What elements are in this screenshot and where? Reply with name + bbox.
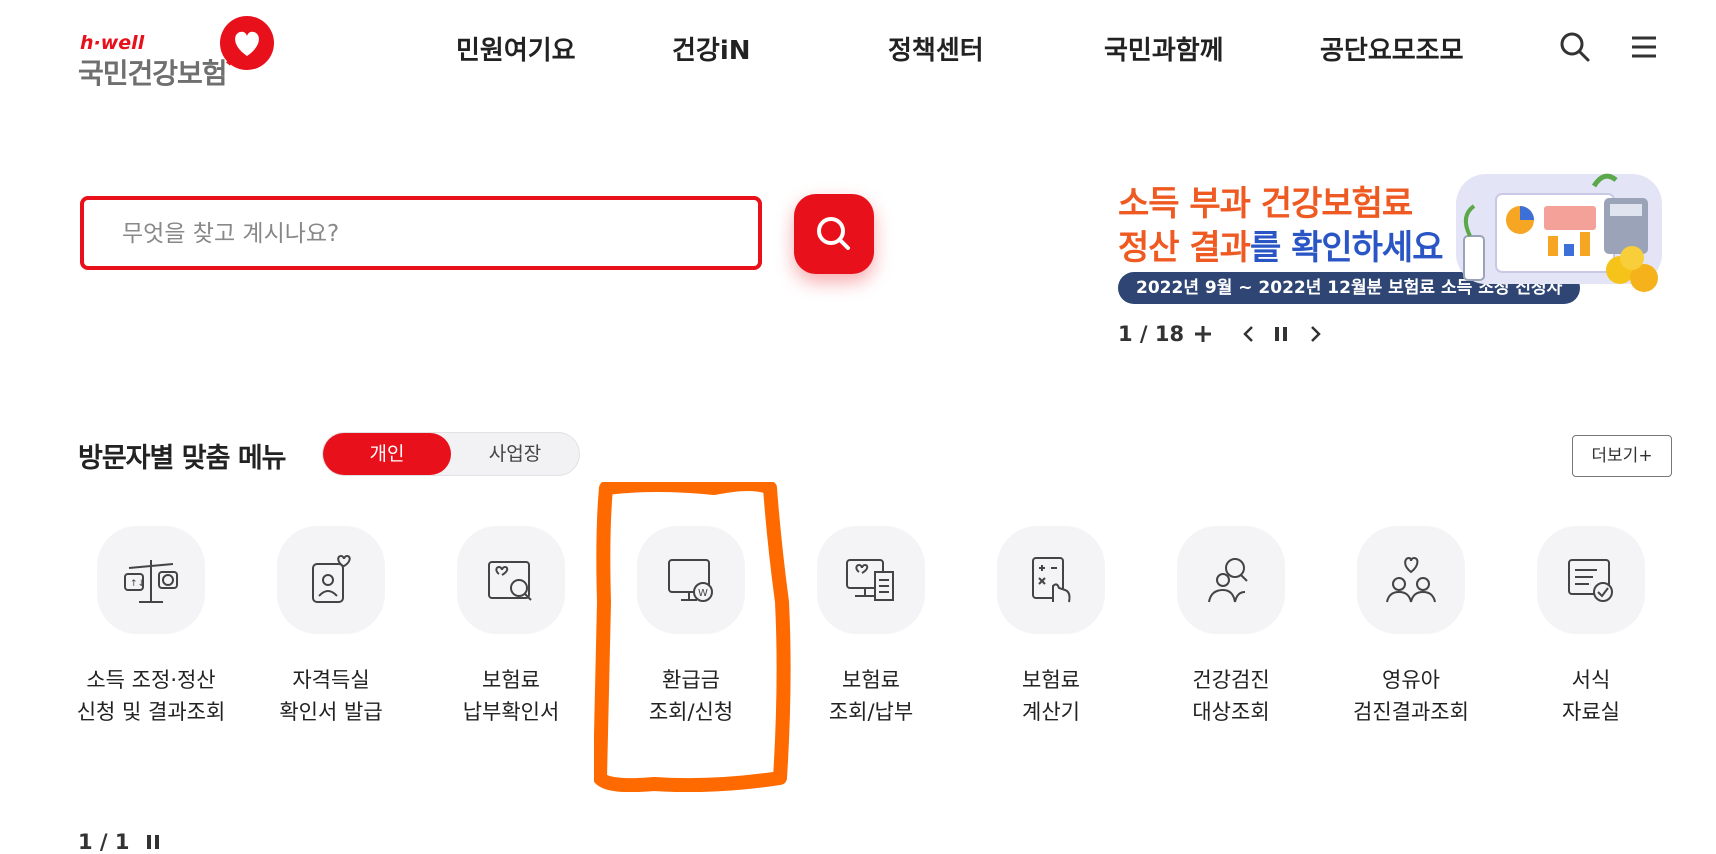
menu-item-income-adjust[interactable]: ↑↓ 소득 조정·정산 신청 및 결과조회 — [54, 526, 234, 746]
chevron-left-icon[interactable] — [1238, 322, 1260, 346]
menu-item-qualification[interactable]: 자격득실 확인서 발급 — [234, 526, 414, 746]
nav-about[interactable]: 공단요모조모 — [1320, 30, 1464, 67]
section-title: 방문자별 맞춤 메뉴 — [78, 443, 287, 474]
menu-icon-circle — [457, 526, 565, 634]
menu-icon[interactable] — [1627, 30, 1661, 64]
nav-minwon[interactable]: 민원여기요 — [456, 30, 576, 67]
id-card-heart-icon — [312, 554, 351, 603]
menu-item-forms[interactable]: 서식 자료실 — [1494, 526, 1674, 746]
menu-pager: 1 / 1 — [78, 830, 130, 854]
toggle-personal[interactable]: 개인 — [323, 433, 451, 475]
menu-icon-circle — [1537, 526, 1645, 634]
logo-name-text: 국민건강보험 — [78, 57, 228, 90]
pause-icon[interactable] — [142, 830, 164, 854]
visitor-type-toggle: 개인 사업장 — [322, 432, 580, 476]
nav-policy-center[interactable]: 정책센터 — [888, 30, 984, 67]
more-button[interactable]: 더보기+ — [1572, 435, 1672, 477]
heart-logo-icon — [220, 16, 274, 70]
search-input[interactable] — [120, 220, 724, 248]
card-search-icon — [488, 561, 532, 601]
menu-item-calculator[interactable]: 보험료 계산기 — [954, 526, 1134, 746]
nav-health-in[interactable]: 건강iN — [672, 30, 751, 67]
promo-banner[interactable]: 소득 부과 건강보험료 정산 결과를 확인하세요 2022년 9월 ~ 2022… — [1114, 166, 1672, 306]
person-search-icon — [1208, 558, 1248, 603]
highlight-annotation — [594, 482, 791, 792]
scale-icon: ↑↓ — [124, 560, 178, 603]
logo-hwell-text: h·well — [80, 32, 145, 54]
menu-label: 서식 자료실 — [1562, 668, 1620, 724]
menu-item-premium-payment[interactable]: 보험료 조회/납부 — [774, 526, 954, 746]
toggle-business[interactable]: 사업장 — [451, 433, 579, 475]
chevron-right-icon[interactable] — [1304, 322, 1326, 346]
menu-item-payment-confirm[interactable]: 보험료 납부확인서 — [414, 526, 594, 746]
menu-item-health-checkup[interactable]: 건강검진 대상조회 — [1134, 526, 1314, 746]
family-heart-icon — [1386, 556, 1436, 603]
search-icon — [817, 217, 850, 250]
site-logo[interactable]: h·well 국민건강보험 — [78, 14, 278, 90]
menu-icon-circle — [817, 526, 925, 634]
banner-pager: 1 / 18 — [1118, 322, 1185, 346]
banner-illustration-icon — [1456, 173, 1662, 292]
search-button[interactable] — [794, 194, 874, 274]
pause-icon[interactable] — [1270, 322, 1292, 346]
menu-icon-circle — [997, 526, 1105, 634]
menu-icon-circle — [1357, 526, 1465, 634]
menu-icon-circle — [1177, 526, 1285, 634]
svg-text:↑↓: ↑↓ — [130, 579, 145, 589]
search-field — [80, 196, 762, 270]
banner-title-red: 정산 결과 — [1118, 228, 1251, 268]
banner-title-line2: 정산 결과를 확인하세요 — [1118, 220, 1443, 269]
menu-item-infant-checkup[interactable]: 영유아 검진결과조회 — [1314, 526, 1494, 746]
banner-title-line1: 소득 부과 건강보험료 — [1118, 184, 1413, 224]
nav-with-people[interactable]: 국민과함께 — [1104, 30, 1224, 67]
search-icon[interactable] — [1558, 30, 1592, 64]
menu-icon-circle — [277, 526, 385, 634]
document-check-icon — [1568, 559, 1613, 602]
calculator-hand-icon — [1032, 557, 1071, 603]
banner-title-blue: 를 확인하세요 — [1249, 228, 1444, 268]
plus-icon[interactable] — [1192, 322, 1214, 346]
menu-icon-circle: ↑↓ — [97, 526, 205, 634]
monitor-receipt-icon — [846, 559, 894, 601]
